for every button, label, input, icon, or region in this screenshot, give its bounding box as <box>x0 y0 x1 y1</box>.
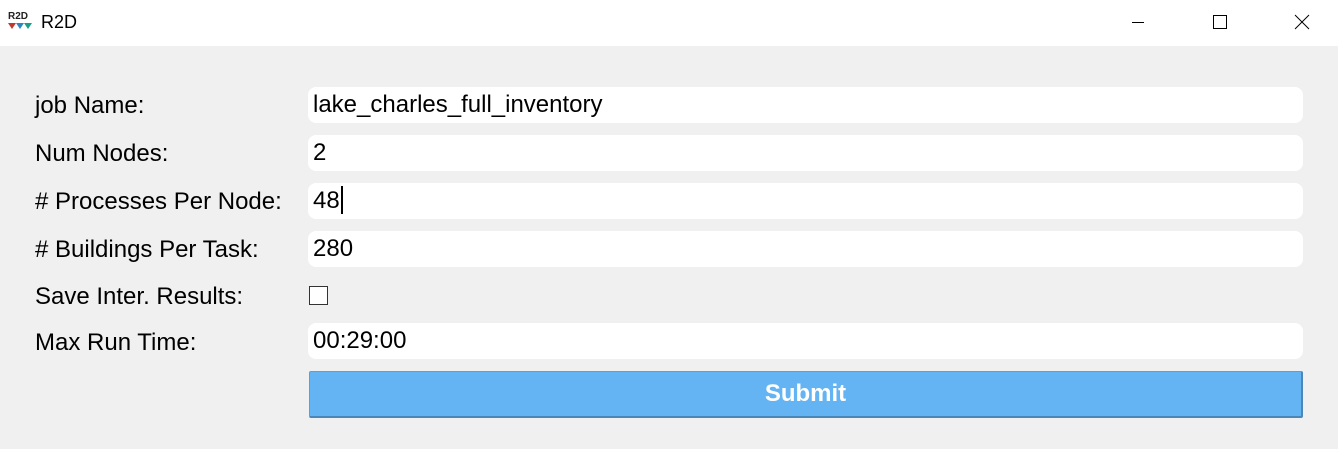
close-icon <box>1294 14 1310 30</box>
num-nodes-input[interactable]: 2 <box>308 135 1303 171</box>
buildings-per-task-label: # Buildings Per Task: <box>35 236 259 263</box>
r2d-logo-icon: R2D <box>8 11 32 29</box>
job-name-value: lake_charles_full_inventory <box>313 91 603 118</box>
minimize-icon <box>1132 22 1144 23</box>
maximize-button[interactable] <box>1197 0 1243 44</box>
close-button[interactable] <box>1279 0 1325 44</box>
maximize-icon <box>1213 15 1227 29</box>
job-name-input[interactable]: lake_charles_full_inventory <box>308 87 1303 123</box>
title-bar: R2D R2D <box>0 0 1338 46</box>
submit-button[interactable]: Submit <box>309 371 1303 418</box>
processes-per-node-input[interactable]: 48 <box>308 183 1303 219</box>
buildings-per-task-value: 280 <box>313 235 354 262</box>
buildings-per-task-input[interactable]: 280 <box>308 231 1303 267</box>
text-caret <box>340 185 343 214</box>
job-name-label: job Name: <box>35 92 145 119</box>
num-nodes-value: 2 <box>313 139 327 166</box>
max-run-time-label: Max Run Time: <box>35 329 197 356</box>
svg-text:R2D: R2D <box>8 11 28 22</box>
save-inter-results-checkbox[interactable] <box>309 286 328 305</box>
processes-per-node-label: # Processes Per Node: <box>35 188 282 215</box>
save-inter-results-label: Save Inter. Results: <box>35 283 244 310</box>
window-title: R2D <box>41 12 78 32</box>
minimize-button[interactable] <box>1115 0 1161 44</box>
num-nodes-label: Num Nodes: <box>35 140 169 167</box>
processes-per-node-value: 48 <box>313 187 340 214</box>
max-run-time-value: 00:29:00 <box>313 327 407 354</box>
submit-label: Submit <box>764 380 847 407</box>
max-run-time-input[interactable]: 00:29:00 <box>308 323 1303 359</box>
